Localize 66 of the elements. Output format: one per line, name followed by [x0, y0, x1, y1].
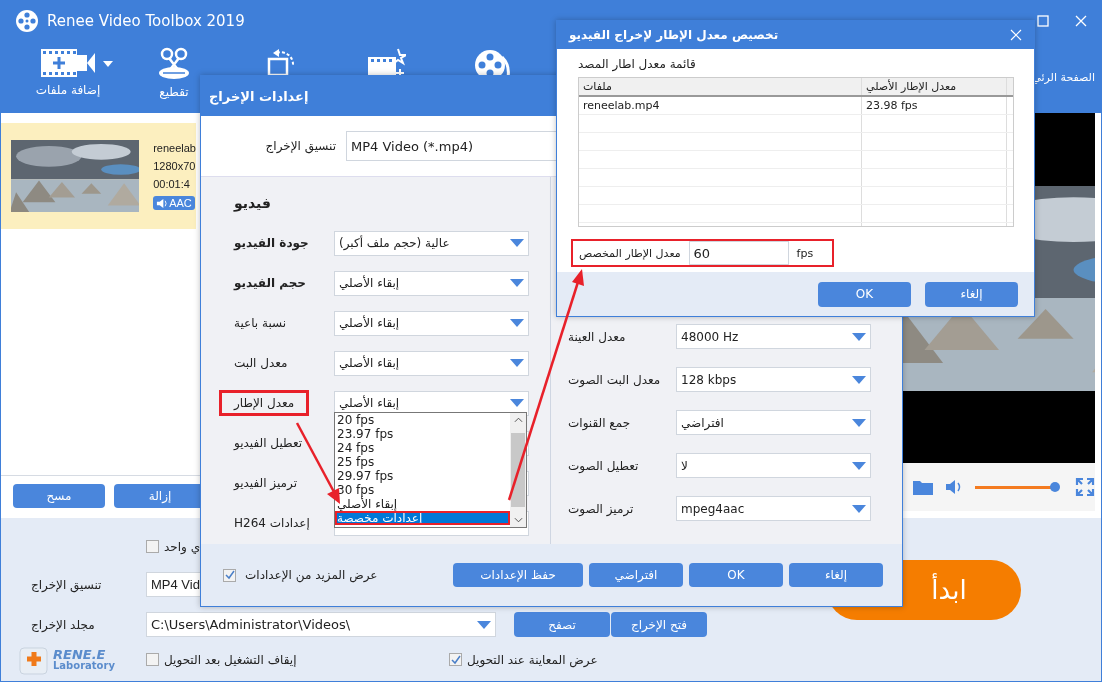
setting-dropdown[interactable]: إبقاء الأصلي — [334, 270, 529, 296]
field-label: مجلد الإخراج — [30, 617, 96, 632]
dialog-button[interactable]: افتراضي — [589, 563, 683, 587]
checkbox-label: عرض المزيد من الإعدادات — [245, 568, 378, 582]
setting-label: نسبة باعية — [234, 316, 287, 330]
section-heading: فيديو — [234, 195, 272, 211]
setting-label: معدل البت — [234, 356, 288, 370]
dropdown-option[interactable]: 20 fps — [335, 413, 510, 427]
logo: RENE.E Laboratory — [1, 644, 146, 675]
setting-dropdown[interactable]: mpeg4aac — [676, 496, 871, 521]
setting-label: حجم الفيديو — [234, 276, 306, 290]
setting-label: معدل العينة — [568, 329, 627, 344]
setting-label: H264 إعدادات — [234, 516, 310, 530]
toolbar-label[interactable]: تقطيع — [159, 85, 189, 99]
table-cell: 23.98 fps — [862, 97, 1007, 114]
field-label: معدل الإطار المخصص — [579, 246, 681, 260]
setting-label: تعطيل الصوت — [568, 458, 640, 473]
field-label: تنسيق الإخراج — [264, 139, 336, 153]
checkbox-label: ي واحد — [164, 539, 201, 554]
setting-dropdown[interactable]: إبقاء الأصلي — [334, 310, 529, 336]
setting-label: تعطيل الفيديو — [234, 436, 302, 450]
field-label: تنسيق الإخراج — [30, 577, 103, 592]
setting-label: معدل الإطار — [234, 396, 295, 410]
setting-dropdown[interactable]: 128 kbps — [676, 367, 871, 392]
file-name: reneelab — [153, 142, 196, 154]
setting-label: معدل البت الصوت — [568, 372, 662, 387]
file-item[interactable]: reneelab 1280x70 00:01:4 AAC — [1, 123, 196, 229]
file-resolution: 1280x70 — [153, 160, 196, 172]
frame-rate-input[interactable]: 60 — [688, 241, 789, 265]
checkbox-label: إيقاف التشغيل بعد التحويل — [164, 652, 297, 667]
window-title: Renee Video Toolbox 2019 — [47, 12, 245, 30]
dialog-button[interactable]: OK — [689, 563, 783, 587]
setting-label: جودة الفيديو — [234, 236, 309, 250]
dropdown-option[interactable]: 29.97 fps — [335, 469, 510, 483]
dialog-button[interactable]: OK — [818, 281, 911, 307]
column-header[interactable]: ملفات — [579, 78, 862, 95]
dropdown-option[interactable]: 24 fps — [335, 441, 510, 455]
dropdown-option[interactable]: 25 fps — [335, 455, 510, 469]
dialog-button[interactable]: حفظ الإعدادات — [453, 563, 583, 587]
dialog-title: إعدادات الإخراج — [209, 88, 309, 104]
dialog-title: تخصيص معدل الإطار لإخراج الفيديو — [569, 28, 779, 42]
setting-label: جمع القنوات — [568, 415, 632, 430]
folder-dropdown[interactable]: C:\Users\Administrator\Videos\ — [146, 612, 496, 637]
toolbar-label[interactable]: إضافة ملفات — [35, 83, 101, 97]
list-label: قائمة معدل اطار المصد — [577, 57, 697, 71]
setting-dropdown[interactable]: 48000 Hz — [676, 324, 871, 349]
dialog-button[interactable]: إلغاء — [789, 563, 883, 587]
setting-label: ترميز الفيديو — [234, 476, 297, 490]
setting-dropdown[interactable]: إبقاء الأصلي — [334, 350, 529, 376]
audio-track-button[interactable]: AAC — [153, 196, 195, 210]
setting-dropdown[interactable]: افتراضي — [676, 410, 871, 435]
setting-dropdown[interactable]: عالية (حجم ملف أكبر) — [334, 230, 529, 256]
checkbox-label: عرض المعاينة عند التحويل — [467, 652, 598, 667]
folder-button[interactable]: تصفح — [514, 612, 610, 637]
column-header[interactable]: معدل الإطار الأصلي — [862, 78, 1007, 95]
file-duration: 00:01:4 — [153, 178, 191, 190]
folder-button[interactable]: فتح الإخراج — [611, 612, 707, 637]
setting-label: ترميز الصوت — [568, 501, 635, 516]
setting-dropdown[interactable]: لا — [676, 453, 871, 478]
dialog-button[interactable]: إلغاء — [925, 281, 1018, 307]
dropdown-option[interactable]: إبقاء الأصلي — [335, 497, 510, 511]
list-button[interactable]: مسح — [13, 484, 105, 508]
table-cell: reneelab.mp4 — [579, 97, 862, 114]
dropdown-option[interactable]: 23.97 fps — [335, 427, 510, 441]
dropdown-option[interactable]: إعدادات مخصصة — [335, 511, 510, 525]
unit-label: fps — [796, 246, 814, 260]
